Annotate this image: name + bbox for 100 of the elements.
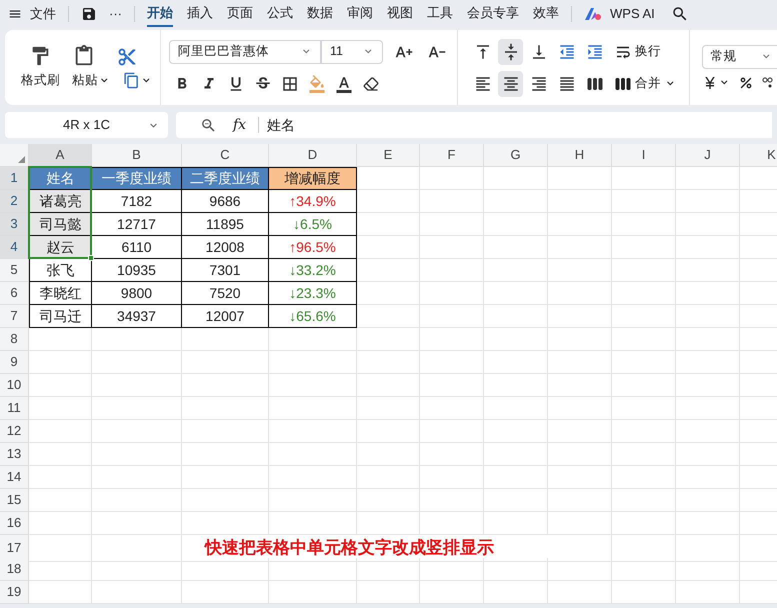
empty-cell[interactable] [357, 512, 420, 535]
file-menu[interactable]: 文件 [30, 4, 56, 24]
column-header[interactable]: K [740, 144, 777, 167]
column-header[interactable]: I [612, 144, 676, 167]
empty-cell[interactable] [182, 512, 269, 535]
empty-cell[interactable] [420, 305, 484, 328]
empty-cell[interactable] [182, 420, 269, 443]
row-header[interactable]: 6 [0, 282, 29, 305]
empty-cell[interactable] [676, 282, 740, 305]
empty-cell[interactable] [92, 443, 182, 466]
empty-cell[interactable] [676, 443, 740, 466]
empty-cell[interactable] [269, 512, 357, 535]
empty-cell[interactable] [676, 397, 740, 420]
empty-cell[interactable] [548, 328, 612, 351]
column-header[interactable]: J [676, 144, 740, 167]
empty-cell[interactable] [484, 190, 548, 213]
empty-cell[interactable] [182, 558, 269, 581]
empty-cell[interactable] [676, 466, 740, 489]
row-header[interactable]: 19 [0, 581, 29, 604]
ribbon-tab[interactable]: 效率 [533, 0, 559, 27]
empty-cell[interactable] [269, 374, 357, 397]
empty-cell[interactable] [182, 374, 269, 397]
empty-cell[interactable] [420, 190, 484, 213]
row-header[interactable]: 15 [0, 489, 29, 512]
empty-cell[interactable] [548, 259, 612, 282]
empty-cell[interactable] [420, 420, 484, 443]
cut-icon[interactable] [117, 47, 137, 68]
empty-cell[interactable] [676, 259, 740, 282]
empty-cell[interactable] [548, 305, 612, 328]
empty-cell[interactable] [92, 581, 182, 604]
ai-button[interactable]: WPS AI [610, 4, 655, 24]
row-header[interactable]: 8 [0, 328, 29, 351]
wrap-text-button[interactable]: 换行 [635, 42, 661, 61]
empty-cell[interactable] [676, 167, 740, 190]
empty-cell[interactable] [182, 489, 269, 512]
empty-cell[interactable] [676, 328, 740, 351]
empty-cell[interactable] [357, 443, 420, 466]
empty-cell[interactable] [484, 374, 548, 397]
empty-cell[interactable] [548, 374, 612, 397]
empty-cell[interactable] [484, 466, 548, 489]
empty-cell[interactable] [269, 420, 357, 443]
number-format-select[interactable]: 常规 [702, 44, 777, 68]
empty-cell[interactable] [92, 351, 182, 374]
empty-cell[interactable] [420, 236, 484, 259]
empty-cell[interactable] [484, 397, 548, 420]
search-icon[interactable] [670, 4, 689, 22]
empty-cell[interactable] [612, 259, 676, 282]
empty-cell[interactable] [676, 305, 740, 328]
empty-cell[interactable] [676, 512, 740, 535]
empty-cell[interactable] [548, 236, 612, 259]
function-button[interactable]: fx [233, 114, 246, 136]
empty-cell[interactable] [484, 328, 548, 351]
empty-cell[interactable] [484, 305, 548, 328]
empty-cell[interactable] [484, 213, 548, 236]
format-painter-button[interactable]: 格式刷 [21, 71, 60, 90]
ribbon-tab[interactable]: 公式 [267, 0, 293, 27]
empty-cell[interactable] [420, 397, 484, 420]
empty-cell[interactable] [612, 466, 676, 489]
empty-cell[interactable] [612, 305, 676, 328]
empty-cell[interactable] [420, 443, 484, 466]
empty-cell[interactable] [357, 397, 420, 420]
ribbon-tab[interactable]: 页面 [227, 0, 253, 27]
ribbon-tab[interactable]: 开始 [147, 0, 173, 27]
empty-cell[interactable] [676, 535, 740, 562]
empty-cell[interactable] [269, 443, 357, 466]
empty-cell[interactable] [676, 236, 740, 259]
empty-cell[interactable] [548, 167, 612, 190]
empty-cell[interactable] [548, 466, 612, 489]
row-header[interactable]: 12 [0, 420, 29, 443]
paste-button[interactable]: 粘贴 [72, 71, 110, 90]
empty-cell[interactable] [357, 558, 420, 581]
align-center-icon[interactable] [498, 70, 523, 96]
empty-cell[interactable] [612, 351, 676, 374]
empty-cell[interactable] [548, 489, 612, 512]
percent-icon[interactable] [738, 74, 754, 90]
empty-cell[interactable] [420, 213, 484, 236]
row-header[interactable]: 9 [0, 351, 29, 374]
save-icon[interactable] [81, 6, 97, 22]
empty-cell[interactable] [612, 374, 676, 397]
empty-cell[interactable] [676, 190, 740, 213]
align-middle-icon[interactable] [498, 38, 523, 64]
row-header[interactable]: 4 [0, 236, 29, 259]
empty-cell[interactable] [484, 512, 548, 535]
zoom-out-icon[interactable] [200, 116, 217, 134]
fill-handle[interactable] [88, 255, 94, 261]
empty-cell[interactable] [420, 259, 484, 282]
empty-cell[interactable] [420, 512, 484, 535]
row-header[interactable]: 14 [0, 466, 29, 489]
column-header[interactable]: G [484, 144, 548, 167]
empty-cell[interactable] [357, 466, 420, 489]
empty-cell[interactable] [92, 489, 182, 512]
column-header[interactable]: H [548, 144, 612, 167]
empty-cell[interactable] [182, 443, 269, 466]
paste-icon[interactable] [73, 45, 95, 68]
empty-cell[interactable] [92, 374, 182, 397]
font-name-select[interactable]: 阿里巴巴普惠体 [169, 40, 321, 64]
empty-cell[interactable] [484, 558, 548, 581]
row-header[interactable]: 16 [0, 512, 29, 535]
empty-cell[interactable] [357, 489, 420, 512]
select-all-icon[interactable] [18, 156, 25, 163]
